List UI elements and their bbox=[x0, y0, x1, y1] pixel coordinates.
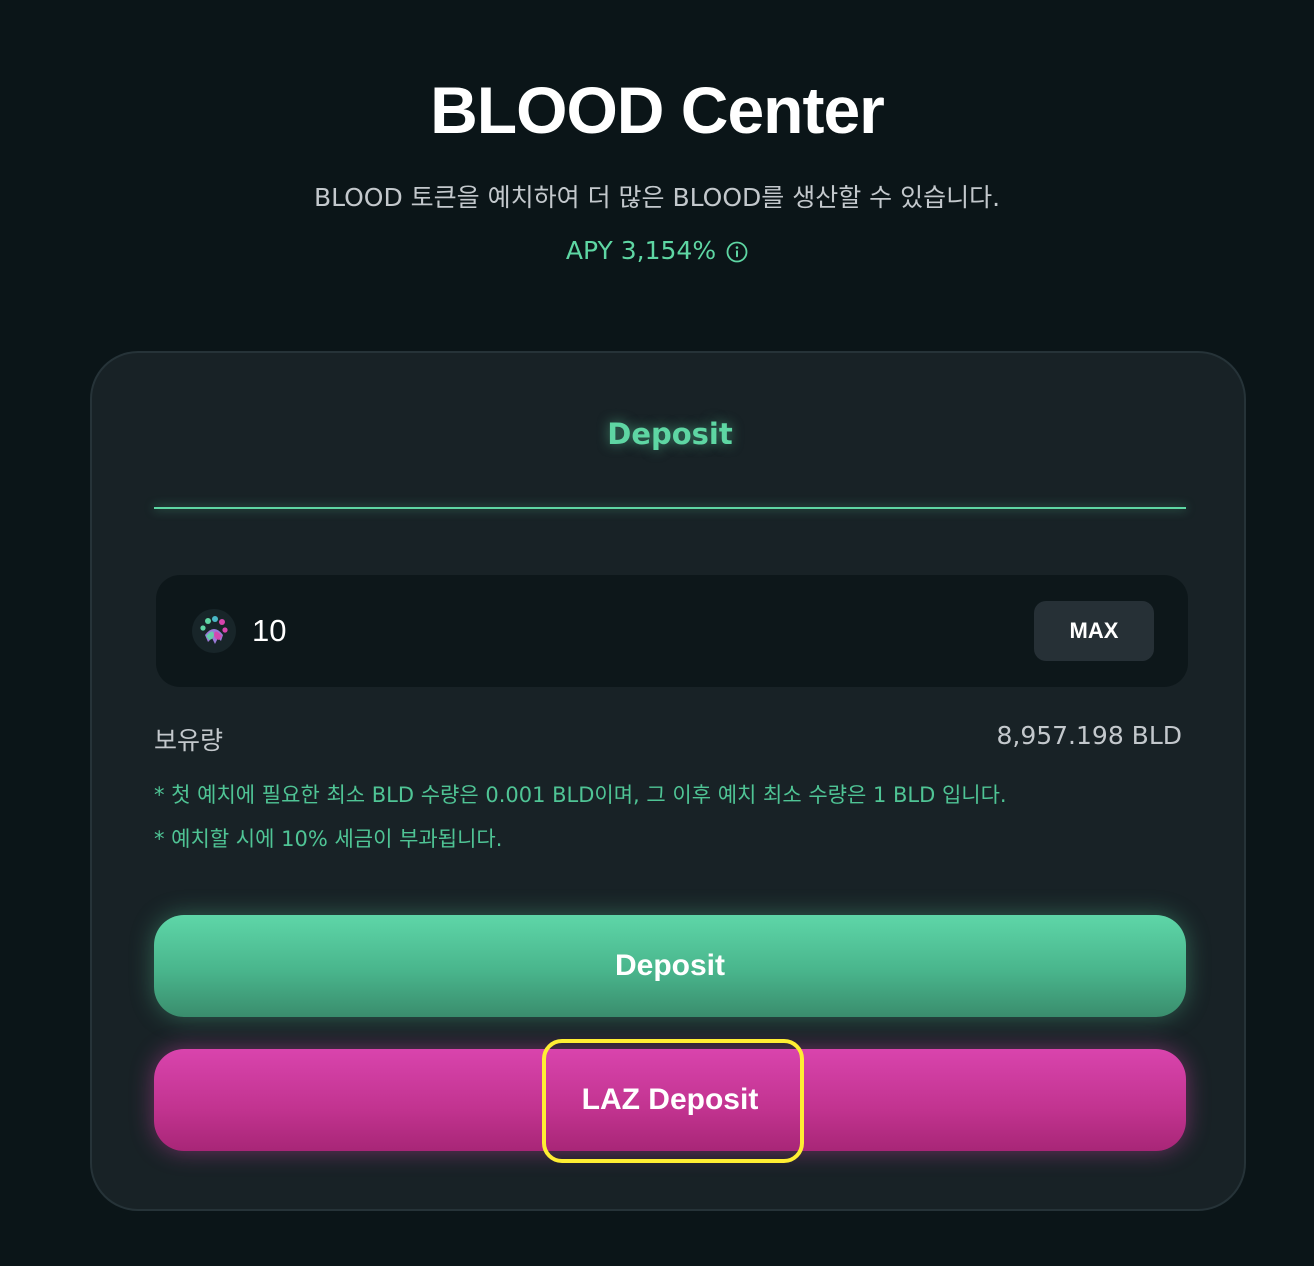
tab-underline bbox=[154, 507, 1186, 509]
page-title: BLOOD Center bbox=[430, 73, 885, 147]
amount-input[interactable] bbox=[252, 605, 852, 657]
deposit-button[interactable]: Deposit bbox=[154, 915, 1186, 1017]
blood-token-icon bbox=[192, 609, 236, 653]
deposit-card: Deposit MAX 보유량 8,957.198 BLD * 첫 예치에 필요… bbox=[90, 351, 1246, 1211]
info-icon[interactable] bbox=[726, 240, 748, 262]
apy-label: APY 3,154% bbox=[565, 236, 717, 265]
max-button[interactable]: MAX bbox=[1034, 601, 1154, 661]
apy-row: APY 3,154% bbox=[0, 236, 1314, 265]
note-minimum-deposit: * 첫 예치에 필요한 최소 BLD 수량은 0.001 BLD이며, 그 이후… bbox=[154, 783, 1007, 807]
page-subtitle: BLOOD 토큰을 예치하여 더 많은 BLOOD를 생산할 수 있습니다. bbox=[313, 183, 1001, 212]
holding-label: 보유량 bbox=[154, 726, 224, 755]
note-tax: * 예치할 시에 10% 세금이 부과됩니다. bbox=[154, 827, 503, 851]
holding-value: 8,957.198 BLD bbox=[996, 721, 1182, 750]
tab-deposit[interactable]: Deposit bbox=[154, 417, 1186, 467]
amount-box: MAX bbox=[156, 575, 1188, 687]
laz-deposit-button[interactable]: LAZ Deposit bbox=[154, 1049, 1186, 1151]
